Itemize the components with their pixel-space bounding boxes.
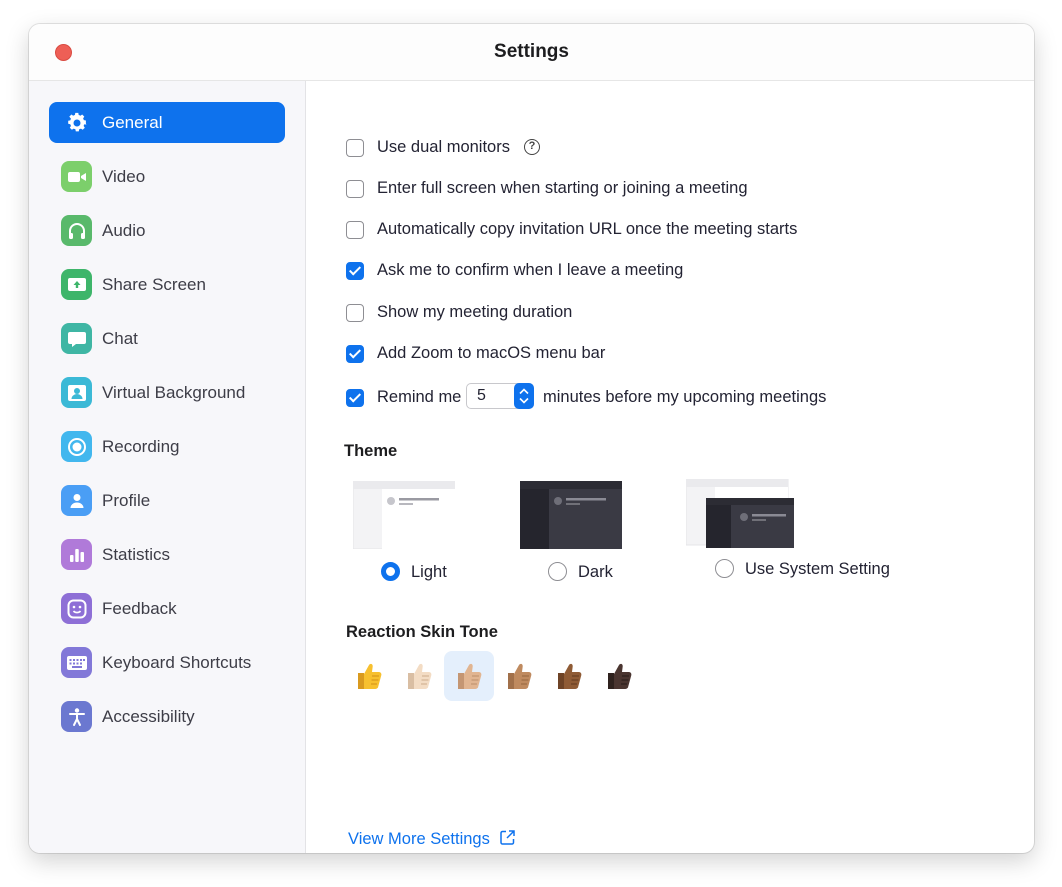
sidebar-item-label: Audio — [102, 221, 146, 240]
theme-light-label: Light — [411, 563, 447, 581]
gear-icon — [61, 107, 92, 138]
sidebar-item-accessibility[interactable]: Accessibility — [49, 696, 285, 737]
sidebar-item-label: Statistics — [102, 545, 171, 564]
sidebar-item-label: Keyboard Shortcuts — [102, 653, 252, 672]
record-icon — [61, 431, 92, 462]
person-icon — [61, 485, 92, 516]
help-icon[interactable]: ? — [524, 139, 540, 155]
skin-tone-medium-light[interactable] — [444, 651, 494, 701]
sidebar-item-label: Recording — [102, 437, 180, 456]
sidebar-item-label: Profile — [102, 491, 151, 510]
settings-sidebar: General Video Audio Share Screen Chat Vi… — [29, 81, 306, 853]
sidebar-item-label: General — [102, 113, 163, 132]
skin-tone-light[interactable] — [394, 651, 444, 701]
sidebar-item-share-screen[interactable]: Share Screen — [49, 264, 285, 305]
skin-tone-title: Reaction Skin Tone — [346, 623, 498, 641]
sidebar-item-video[interactable]: Video — [49, 156, 285, 197]
settings-window: Settings General Video Audio Share Scree… — [29, 24, 1034, 853]
full-screen-checkbox[interactable] — [346, 180, 364, 198]
confirm-leave-checkbox[interactable] — [346, 262, 364, 280]
remind-suffix: minutes before my upcoming meetings — [543, 388, 827, 406]
sidebar-item-label: Video — [102, 167, 146, 186]
view-more-settings-label: View More Settings — [348, 830, 490, 848]
option-label: Automatically copy invitation URL once t… — [377, 220, 798, 238]
sidebar-item-profile[interactable]: Profile — [49, 480, 285, 521]
remind-prefix: Remind me — [377, 388, 462, 406]
sidebar-item-label: Accessibility — [102, 707, 195, 726]
thumbs-up-icon — [358, 663, 382, 689]
skin-tone-default[interactable] — [344, 651, 394, 701]
skin-tone-medium[interactable] — [494, 651, 544, 701]
thumbs-up-icon — [458, 663, 482, 689]
sidebar-item-feedback[interactable]: Feedback — [49, 588, 285, 629]
sidebar-item-label: Share Screen — [102, 275, 206, 294]
remind-minutes-stepper[interactable]: 5 — [466, 383, 534, 409]
option-label: Enter full screen when starting or joini… — [377, 179, 748, 197]
dual-monitors-checkbox[interactable] — [346, 139, 364, 157]
window-title: Settings — [494, 41, 569, 62]
skin-tone-medium-dark[interactable] — [544, 651, 594, 701]
theme-system-thumbnail[interactable] — [685, 478, 796, 549]
accessibility-icon — [61, 701, 92, 732]
external-link-icon — [500, 830, 516, 845]
view-more-settings-link[interactable]: View More Settings — [348, 829, 516, 849]
sidebar-item-virtual-background[interactable]: Virtual Background — [49, 372, 285, 413]
sidebar-item-statistics[interactable]: Statistics — [49, 534, 285, 575]
remind-minutes-value: 5 — [477, 387, 486, 404]
theme-system-label: Use System Setting — [745, 560, 890, 578]
option-label: Add Zoom to macOS menu bar — [377, 344, 606, 362]
theme-title: Theme — [344, 442, 398, 460]
thumbs-up-icon — [408, 663, 432, 689]
sidebar-item-general[interactable]: General — [49, 102, 285, 143]
option-label: Show my meeting duration — [377, 303, 573, 321]
sidebar-item-audio[interactable]: Audio — [49, 210, 285, 251]
thumbs-up-icon — [608, 663, 632, 689]
copy-invitation-url-checkbox[interactable] — [346, 221, 364, 239]
menu-bar-checkbox[interactable] — [346, 345, 364, 363]
thumbs-up-icon — [558, 663, 582, 689]
sidebar-item-chat[interactable]: Chat — [49, 318, 285, 359]
sidebar-item-label: Feedback — [102, 599, 177, 618]
option-label: Ask me to confirm when I leave a meeting — [377, 261, 684, 279]
meeting-duration-checkbox[interactable] — [346, 304, 364, 322]
video-camera-icon — [61, 161, 92, 192]
theme-light-thumbnail[interactable] — [352, 480, 456, 550]
skin-tone-dark[interactable] — [594, 651, 644, 701]
headphones-icon — [61, 215, 92, 246]
sidebar-item-label: Virtual Background — [102, 383, 246, 402]
theme-dark-thumbnail[interactable] — [520, 481, 622, 549]
title-bar: Settings — [29, 24, 1034, 81]
smiley-icon — [61, 593, 92, 624]
sidebar-item-keyboard-shortcuts[interactable]: Keyboard Shortcuts — [49, 642, 285, 683]
general-settings-panel: Use dual monitors ? Enter full screen wh… — [306, 81, 1034, 853]
thumbs-up-icon — [508, 663, 532, 689]
theme-light-radio[interactable] — [381, 562, 400, 581]
remind-me-checkbox[interactable] — [346, 389, 364, 407]
virtual-background-icon — [61, 377, 92, 408]
share-screen-icon — [61, 269, 92, 300]
sidebar-item-recording[interactable]: Recording — [49, 426, 285, 467]
stepper-arrows-icon[interactable] — [514, 383, 534, 409]
theme-dark-label: Dark — [578, 563, 613, 581]
chat-bubble-icon — [61, 323, 92, 354]
option-label: Use dual monitors — [377, 138, 510, 156]
bar-chart-icon — [61, 539, 92, 570]
theme-system-radio[interactable] — [715, 559, 734, 578]
theme-dark-radio[interactable] — [548, 562, 567, 581]
keyboard-icon — [61, 647, 92, 678]
sidebar-item-label: Chat — [102, 329, 138, 348]
